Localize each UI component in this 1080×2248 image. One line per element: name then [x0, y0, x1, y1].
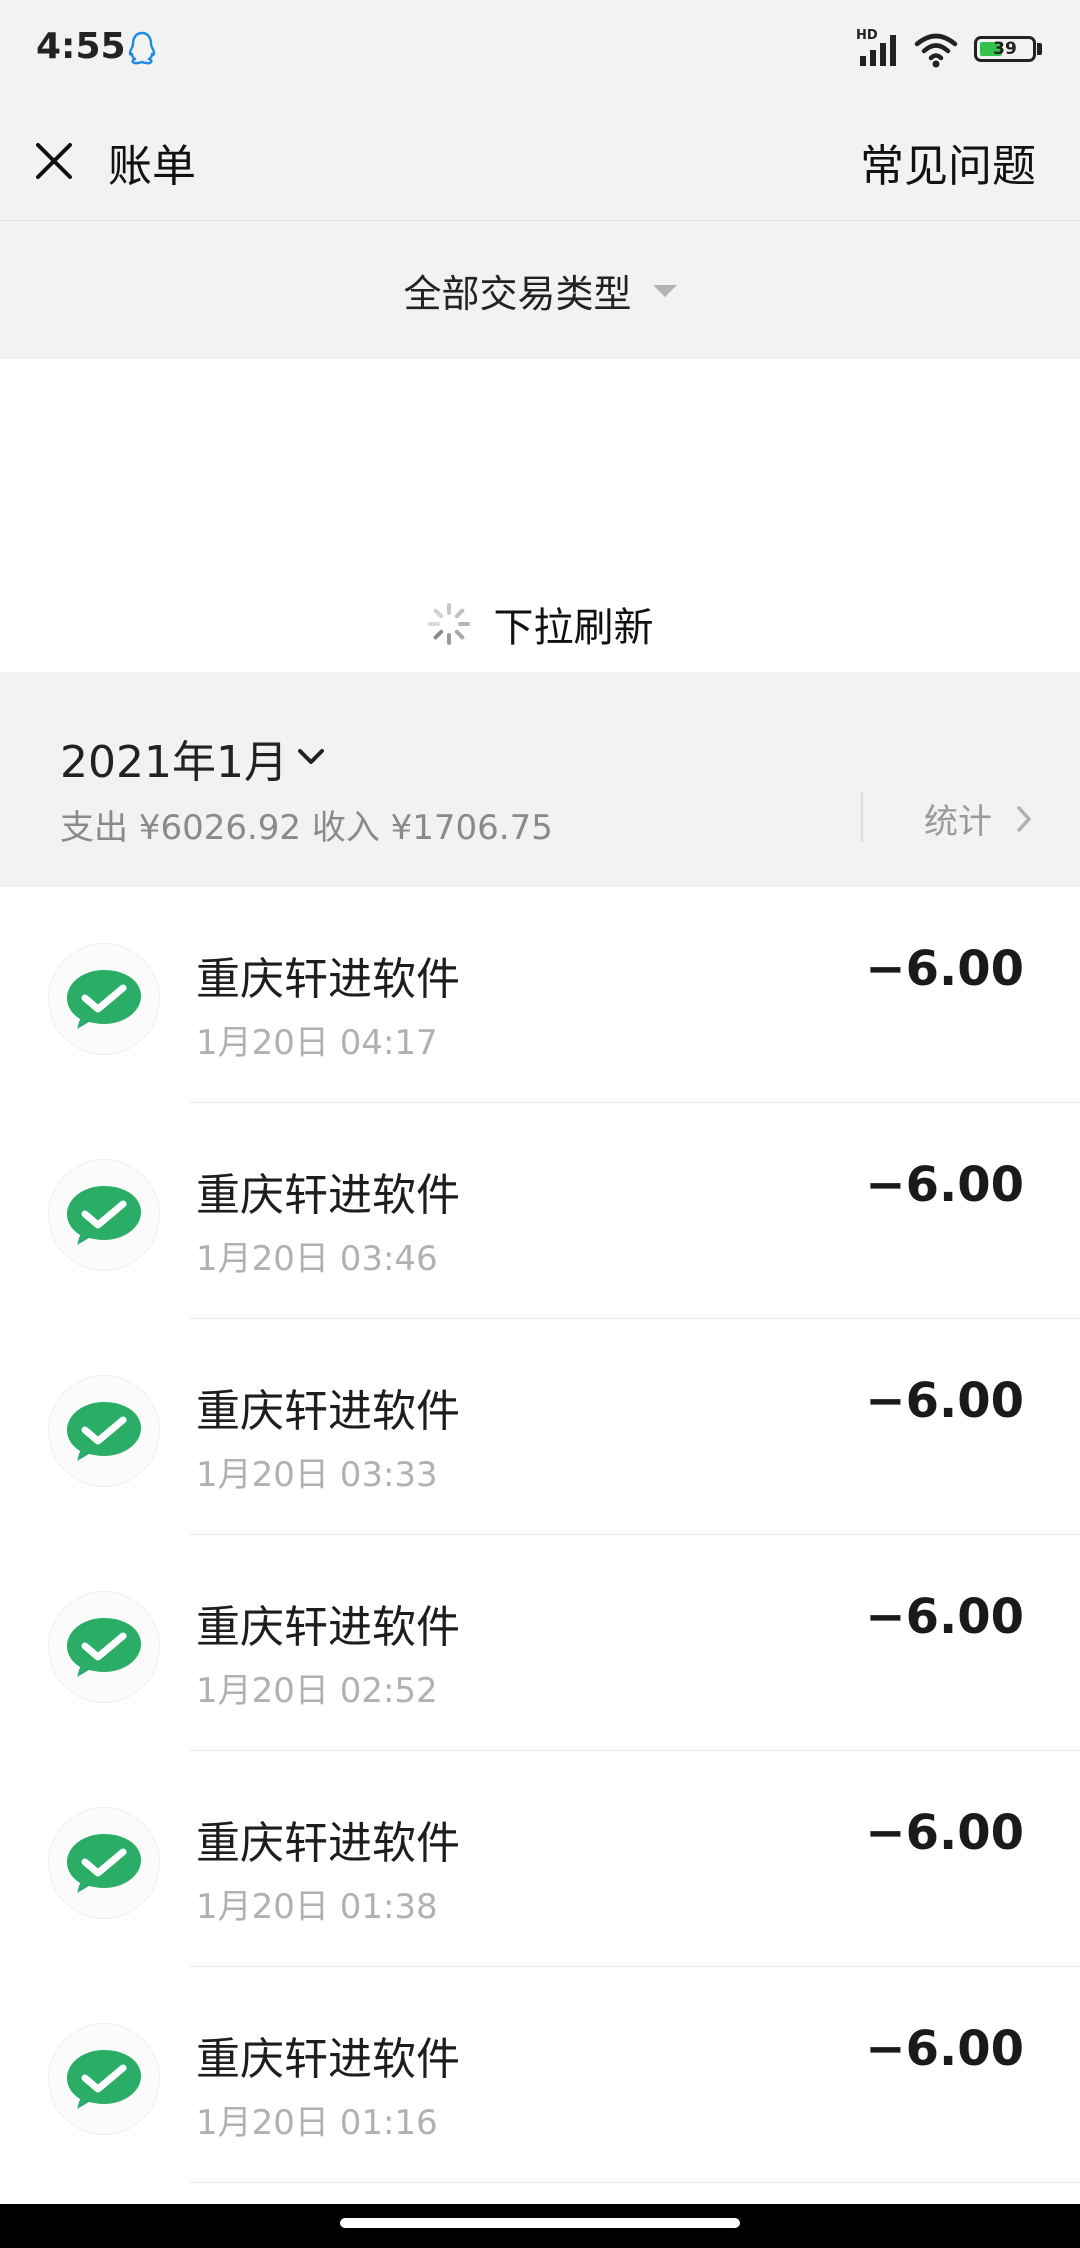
system-navigation-bar [0, 2204, 1080, 2248]
transaction-time: 1月20日 03:46 [196, 1239, 438, 1279]
transaction-row[interactable]: 重庆轩进软件 1月20日 02:52 −6.00 [0, 1535, 1080, 1751]
transaction-amount: −6.00 [865, 941, 1024, 997]
wechat-pay-icon [48, 1807, 160, 1919]
refresh-text: 下拉刷新 [493, 605, 654, 651]
merchant-name: 重庆轩进软件 [196, 1386, 460, 1437]
transaction-time: 1月20日 02:52 [196, 1671, 438, 1711]
statistics-link[interactable]: 统计 [924, 794, 992, 843]
transaction-list: 重庆轩进软件 1月20日 04:17 −6.00 重庆轩进软件 1月20日 03… [0, 887, 1080, 2183]
transaction-amount: −6.00 [865, 1589, 1024, 1645]
merchant-name: 重庆轩进软件 [196, 1602, 460, 1653]
status-time: 4:55 [36, 26, 126, 67]
row-divider [190, 2182, 1080, 2183]
chevron-down-icon[interactable] [296, 746, 326, 768]
divider [861, 792, 863, 842]
pull-to-refresh: 下拉刷新 [0, 359, 1080, 672]
top-app-bar: 账单 常见问题 [0, 100, 1080, 221]
caret-down-icon[interactable] [652, 284, 677, 297]
chevron-right-icon[interactable] [1014, 804, 1034, 834]
transaction-row[interactable]: 重庆轩进软件 1月20日 03:46 −6.00 [0, 1103, 1080, 1319]
merchant-name: 重庆轩进软件 [196, 1818, 460, 1869]
transaction-row[interactable]: 重庆轩进软件 1月20日 01:16 −6.00 [0, 1967, 1080, 2183]
merchant-name: 重庆轩进软件 [196, 954, 460, 1005]
month-totals: 支出 ¥6026.92 收入 ¥1706.75 [60, 808, 553, 848]
signal-icon [860, 35, 896, 66]
close-icon[interactable] [30, 130, 80, 190]
merchant-name: 重庆轩进软件 [196, 1170, 460, 1221]
battery-percent: 39 [993, 39, 1017, 59]
wechat-pay-icon [48, 2023, 160, 2135]
transaction-amount: −6.00 [865, 1373, 1024, 1429]
wechat-pay-icon [48, 1591, 160, 1703]
page-title: 账单 [108, 141, 196, 192]
battery-icon: 39 [974, 36, 1036, 62]
transaction-time: 1月20日 04:17 [196, 1023, 438, 1063]
transaction-time: 1月20日 03:33 [196, 1455, 438, 1495]
transaction-type-filter[interactable]: 全部交易类型 [0, 221, 1080, 359]
qq-icon [128, 31, 156, 65]
month-selector[interactable]: 2021年1月 [60, 726, 288, 790]
battery-tip [1037, 43, 1042, 55]
merchant-name: 重庆轩进软件 [196, 2034, 460, 2085]
transaction-row[interactable]: 重庆轩进软件 1月20日 01:38 −6.00 [0, 1751, 1080, 1967]
transaction-amount: −6.00 [865, 2021, 1024, 2077]
month-summary-header: 2021年1月 支出 ¥6026.92 收入 ¥1706.75 统计 [0, 672, 1080, 887]
wechat-pay-icon [48, 1375, 160, 1487]
wechat-pay-icon [48, 1159, 160, 1271]
wifi-icon [914, 33, 958, 68]
faq-link[interactable]: 常见问题 [860, 130, 1036, 194]
filter-label[interactable]: 全部交易类型 [403, 272, 631, 316]
transaction-row[interactable]: 重庆轩进软件 1月20日 03:33 −6.00 [0, 1319, 1080, 1535]
status-bar: 4:55 HD 39 [0, 0, 1080, 100]
transaction-amount: −6.00 [865, 1805, 1024, 1861]
transaction-time: 1月20日 01:38 [196, 1887, 438, 1927]
home-indicator[interactable] [340, 2218, 740, 2228]
transaction-time: 1月20日 01:16 [196, 2103, 438, 2143]
wechat-pay-icon [48, 943, 160, 1055]
loading-spinner-icon [428, 603, 471, 645]
transaction-row[interactable]: 重庆轩进软件 1月20日 04:17 −6.00 [0, 887, 1080, 1103]
transaction-amount: −6.00 [865, 1157, 1024, 1213]
